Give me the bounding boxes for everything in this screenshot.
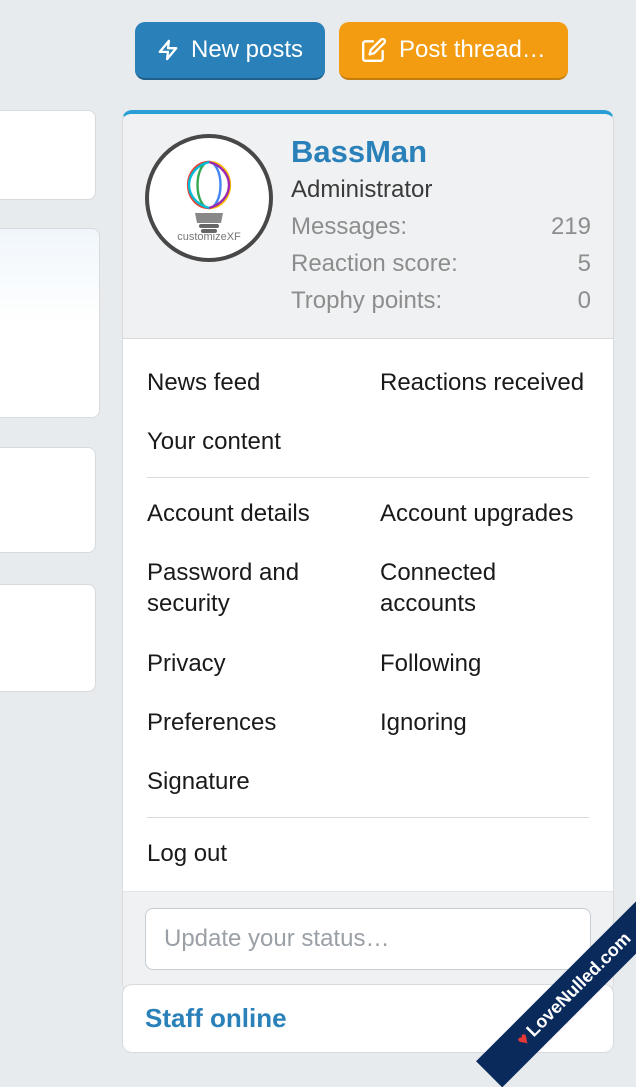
partial-block [0, 110, 96, 200]
menu-group-1: News feed Your content Reactions receive… [147, 353, 589, 471]
menu-preferences[interactable]: Preferences [147, 693, 356, 752]
lightning-icon [157, 37, 179, 63]
menu-group-2: Account details Password and security Pr… [147, 484, 589, 811]
svg-text:customizeXF: customizeXF [177, 231, 241, 243]
menu-privacy[interactable]: Privacy [147, 634, 356, 693]
status-section [123, 891, 613, 992]
status-input[interactable] [145, 908, 591, 970]
header-actions: New posts Post thread… [135, 22, 568, 80]
stat-trophy-points[interactable]: Trophy points: 0 [291, 282, 591, 319]
pencil-icon [361, 37, 387, 63]
stat-value: 0 [578, 282, 591, 319]
menu-news-feed[interactable]: News feed [147, 353, 356, 412]
divider [147, 477, 589, 478]
post-thread-label: Post thread… [399, 36, 546, 64]
new-posts-label: New posts [191, 36, 303, 64]
menu-reactions-received[interactable]: Reactions received [380, 353, 589, 412]
stat-label: Messages: [291, 208, 407, 245]
stat-messages[interactable]: Messages: 219 [291, 208, 591, 245]
menu-signature[interactable]: Signature [147, 752, 356, 811]
menu-following[interactable]: Following [380, 634, 589, 693]
user-dropdown-card: customizeXF BassMan Administrator Messag… [122, 110, 614, 993]
menu-ignoring[interactable]: Ignoring [380, 693, 589, 752]
menu-account-upgrades[interactable]: Account upgrades [380, 484, 589, 543]
partial-block [0, 584, 96, 692]
menu-connected-accounts[interactable]: Connected accounts [380, 543, 589, 633]
user-header: customizeXF BassMan Administrator Messag… [123, 114, 613, 339]
user-role: Administrator [291, 176, 591, 204]
left-partial-column [0, 0, 96, 1036]
avatar[interactable]: customizeXF [145, 134, 273, 262]
bulb-icon: customizeXF [159, 148, 259, 248]
divider [147, 817, 589, 818]
partial-block [0, 228, 100, 418]
new-posts-button[interactable]: New posts [135, 22, 325, 80]
user-info: BassMan Administrator Messages: 219 Reac… [291, 134, 591, 320]
menu-log-out[interactable]: Log out [147, 824, 589, 883]
menu-password-security[interactable]: Password and security [147, 543, 356, 633]
stat-label: Trophy points: [291, 282, 442, 319]
partial-block [0, 447, 96, 553]
menu-your-content[interactable]: Your content [147, 412, 356, 471]
post-thread-button[interactable]: Post thread… [339, 22, 568, 80]
username[interactable]: BassMan [291, 134, 591, 170]
account-menu: News feed Your content Reactions receive… [123, 339, 613, 892]
stat-label: Reaction score: [291, 245, 458, 282]
stat-reaction-score[interactable]: Reaction score: 5 [291, 245, 591, 282]
stat-value: 5 [578, 245, 591, 282]
stat-value: 219 [551, 208, 591, 245]
menu-account-details[interactable]: Account details [147, 484, 356, 543]
